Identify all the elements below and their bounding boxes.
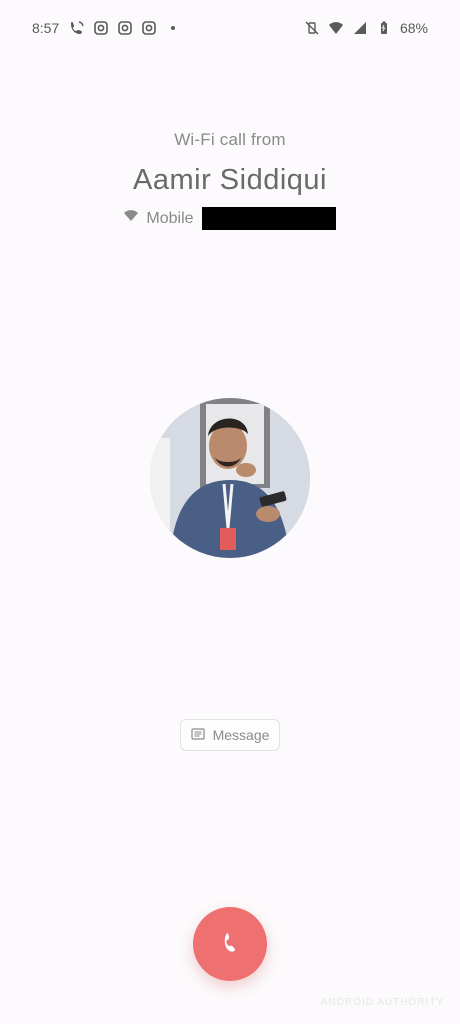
call-type-label: Wi-Fi call from [174, 130, 286, 149]
message-label: Message [212, 727, 270, 743]
instagram-icon [93, 20, 109, 36]
caller-header: Wi-Fi call from Aamir Siddiqui Mobile [0, 130, 460, 230]
cell-signal-icon [352, 20, 368, 36]
wifi-icon [328, 20, 344, 36]
battery-icon [376, 20, 392, 36]
message-button[interactable]: Message [180, 719, 280, 751]
caller-avatar [150, 398, 310, 558]
caller-line-info: Mobile [0, 207, 460, 230]
message-icon [190, 727, 205, 744]
status-bar: 8:57 68% [0, 0, 460, 56]
wifi-call-icon [69, 20, 85, 36]
redacted-number [201, 207, 336, 230]
watermark: ANDROID AUTHORITY [320, 997, 444, 1008]
dot-icon [165, 20, 181, 36]
phone-hangup-icon [217, 929, 243, 960]
vibrate-off-icon [304, 20, 320, 36]
end-call-button[interactable] [193, 907, 267, 981]
status-time: 8:57 [32, 20, 60, 36]
line-type-label: Mobile [146, 209, 194, 227]
wifi-icon [124, 209, 139, 228]
status-right: 68% [304, 20, 428, 36]
status-left: 8:57 [32, 20, 181, 36]
instagram-icon [141, 20, 157, 36]
instagram-icon [117, 20, 133, 36]
caller-name: Aamir Siddiqui [133, 164, 327, 196]
battery-percent: 68% [399, 20, 428, 36]
